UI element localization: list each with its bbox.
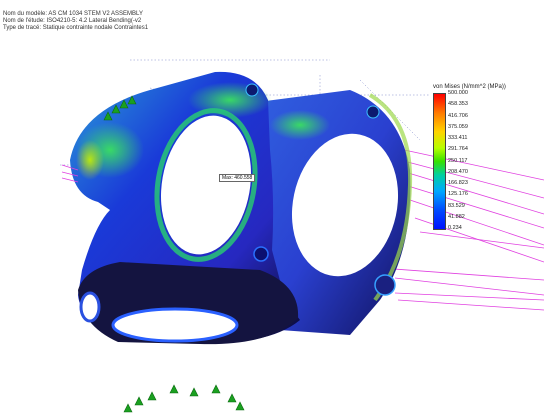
rear-bolt-hole-top (366, 105, 380, 119)
lower-slot (111, 307, 239, 343)
legend-title: von Mises (N/mm^2 (MPa)) (433, 84, 506, 90)
legend-tick: 208.470 (448, 168, 468, 175)
front-body-green-right (270, 110, 330, 140)
max-stress-probe-label[interactable]: Max: 460.558 (219, 174, 256, 182)
legend-tick: 83.529 (448, 202, 465, 209)
legend-tick: 333.411 (448, 135, 468, 141)
study-name-line: Nom de l'étude: ISO4210-5: 4.2 Lateral B… (3, 18, 142, 24)
legend-tick: 0.234 (448, 225, 462, 231)
front-bolt-hole-top (245, 83, 259, 97)
legend-tick: 416.706 (448, 112, 468, 119)
plot-type-line: Type de tracé: Statique contrainte nodal… (3, 25, 149, 31)
front-body-yellow-left (76, 140, 104, 180)
mid-bolt-hole (253, 246, 269, 262)
legend-tick: 250.117 (448, 157, 468, 164)
legend-tick: 500.000 (448, 90, 468, 96)
legend-tick: 458.353 (448, 101, 468, 108)
legend-tick: 41.882 (448, 213, 465, 220)
model-name-line: Nom du modèle: AS CM 1034 STEM V2 ASSEMB… (3, 11, 143, 17)
rear-bolt-hole-bottom (374, 274, 396, 296)
legend-tick: 125.176 (448, 191, 468, 198)
legend-tick: 291.764 (448, 146, 468, 153)
legend-color-bar (433, 93, 446, 230)
legend-tick: 166.823 (448, 180, 468, 186)
front-bolt-hole-bottom (79, 291, 101, 323)
legend-tick: 375.059 (448, 123, 468, 130)
